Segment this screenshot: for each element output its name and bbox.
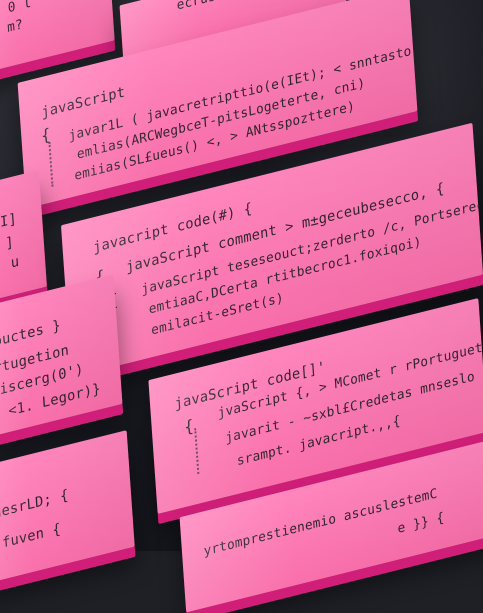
code-text-line: ed m? <box>0 17 24 42</box>
code-text-line: ecrusthon... <box>176 0 271 14</box>
code-text-line: ] <box>4 234 15 253</box>
code-text-line: desrLD; { <box>0 486 70 522</box>
code-text-line: e }} { <box>397 510 445 538</box>
indent-guide <box>48 141 54 187</box>
code-text-line: ouctes } <box>0 317 62 351</box>
code-text-line: fuven { <box>1 520 62 552</box>
code-card-left-mid: I] ] u <box>0 170 47 305</box>
code-text-line: u <box>10 253 20 272</box>
open-brace: { <box>183 415 195 438</box>
indent-guide <box>194 428 200 475</box>
code-text-line: I] <box>0 210 18 232</box>
code-text-line: s 0 l <box>0 0 32 20</box>
code-text-line: javaScript <box>40 84 126 122</box>
